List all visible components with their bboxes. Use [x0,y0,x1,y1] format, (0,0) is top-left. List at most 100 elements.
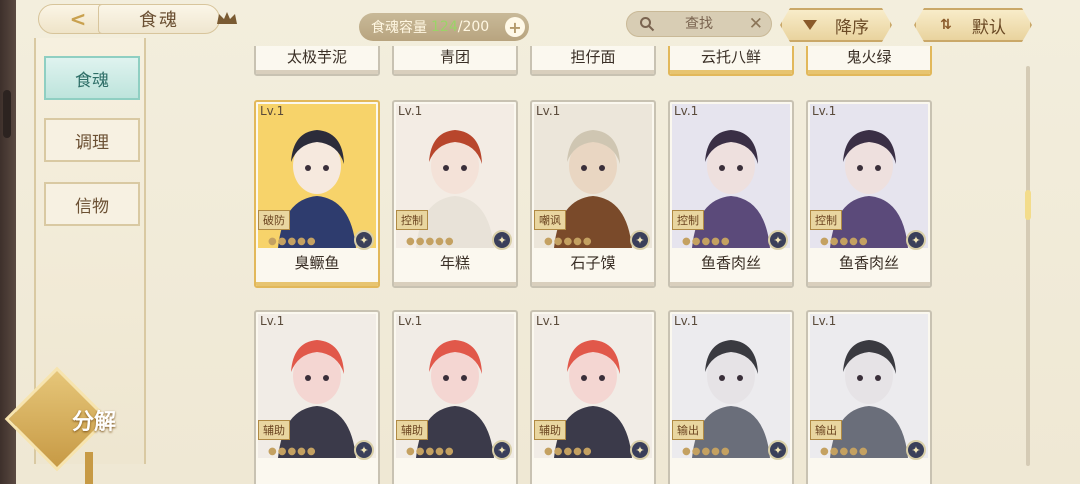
level-label: Lv.1 [260,314,285,328]
level-label: Lv.1 [812,314,837,328]
sort-mode-label: 默认 [971,17,1006,38]
food-soul-card[interactable]: Lv.1 输出 ●●●●● ✦ [806,310,932,484]
level-label: Lv.1 [674,314,699,328]
capacity-indicator: 食魂容量 124 /200 + [359,13,529,41]
card-bottom-bar [670,282,792,286]
role-badge: 辅助 [534,420,566,440]
add-capacity-button[interactable]: + [505,17,525,37]
role-badge: 控制 [810,210,842,230]
card-name: 担仔面 [570,48,616,66]
food-soul-card[interactable]: Lv.1 嘲讽 ●●●●● ✦ 石子馍 [530,100,656,288]
swap-arrows-icon: ⇅ [940,17,952,33]
sort-order-button[interactable]: 降序 [780,8,892,42]
food-soul-card[interactable]: Lv.1 辅助 ●●●●● ✦ [392,310,518,484]
card-bottom-bar [670,70,792,74]
notch [3,90,11,138]
tab-label: 调理 [75,132,109,153]
star-rating-icon: ●●●●● [406,446,455,457]
card-bottom-bar [808,70,930,74]
card-bottom-bar [532,282,654,286]
capacity-max: /200 [457,19,490,35]
sort-triangle-icon [803,20,817,30]
level-label: Lv.1 [260,104,285,118]
food-soul-card[interactable]: Lv.1 辅助 ●●●●● ✦ [254,310,380,484]
level-label: Lv.1 [398,104,423,118]
card-grid: 太极芋泥 青团 担仔面 云托八鲜 鬼火绿 Lv.1 破防 ●●●●● ✦ 臭鳜鱼 Lv.1 控制 ●●●… [160,46,1010,484]
tab-label: 信物 [75,196,109,217]
card-bottom-bar [394,282,516,286]
food-soul-card[interactable]: 云托八鲜 [668,46,794,76]
card-name: 臭鳜鱼 [294,254,340,272]
role-badge: 控制 [672,210,704,230]
capacity-label: 食魂容量 [371,20,427,36]
sort-label: 降序 [835,17,869,38]
crown-icon[interactable] [216,10,238,26]
search-box[interactable]: ✕ [626,11,772,37]
card-bottom-bar [256,70,378,74]
star-rating-icon: ●●●●● [268,446,317,457]
star-rating-icon: ●●●●● [406,236,455,247]
tab-label: 食魂 [75,70,109,91]
star-rating-icon: ●●●●● [682,236,731,247]
element-icon: ✦ [492,440,512,460]
element-icon: ✦ [630,230,650,250]
food-soul-card[interactable]: 担仔面 [530,46,656,76]
card-bottom-bar [532,70,654,74]
food-soul-card[interactable]: Lv.1 控制 ●●●●● ✦ 鱼香肉丝 [668,100,794,288]
food-soul-card[interactable]: 太极芋泥 [254,46,380,76]
food-soul-card[interactable]: Lv.1 控制 ●●●●● ✦ 鱼香肉丝 [806,100,932,288]
card-name: 石子馍 [570,254,616,272]
card-name: 太极芋泥 [286,48,347,66]
role-badge: 辅助 [258,420,290,440]
sort-mode-button[interactable]: ⇅ 默认 [914,8,1032,42]
element-icon: ✦ [768,440,788,460]
card-bottom-bar [394,70,516,74]
decompose-label: 分解 [71,410,116,435]
level-label: Lv.1 [536,314,561,328]
clear-icon[interactable]: ✕ [749,14,763,34]
role-badge: 输出 [810,420,842,440]
card-name: 鱼香肉丝 [838,254,899,272]
role-badge: 破防 [258,210,290,230]
level-label: Lv.1 [812,104,837,118]
tab-conditioning[interactable]: 调理 [44,118,140,162]
card-name: 年糕 [439,254,470,272]
card-name: 云托八鲜 [700,48,761,66]
level-label: Lv.1 [536,104,561,118]
search-icon [640,17,655,32]
tassel-decoration [85,452,93,484]
game-screen: < 食魂 食魂容量 124 /200 + ✕ 降序 ⇅ 默认 [0,0,1080,484]
element-icon: ✦ [354,230,374,250]
element-icon: ✦ [354,440,374,460]
star-rating-icon: ●●●●● [820,446,869,457]
food-soul-card[interactable]: 鬼火绿 [806,46,932,76]
tab-tokens[interactable]: 信物 [44,182,140,226]
star-rating-icon: ●●●●● [682,446,731,457]
star-rating-icon: ●●●●● [544,236,593,247]
scrollbar-thumb[interactable] [1025,190,1031,220]
back-arrow-icon: < [69,7,87,31]
role-badge: 输出 [672,420,704,440]
scrollbar-track[interactable] [1026,66,1030,466]
card-name: 鬼火绿 [846,48,892,66]
level-label: Lv.1 [674,104,699,118]
star-rating-icon: ●●●●● [268,236,317,247]
element-icon: ✦ [768,230,788,250]
food-soul-card[interactable]: Lv.1 控制 ●●●●● ✦ 年糕 [392,100,518,288]
element-icon: ✦ [630,440,650,460]
food-soul-card[interactable]: Lv.1 破防 ●●●●● ✦ 臭鳜鱼 [254,100,380,288]
food-soul-card[interactable]: Lv.1 输出 ●●●●● ✦ [668,310,794,484]
level-label: Lv.1 [398,314,423,328]
card-name: 鱼香肉丝 [700,254,761,272]
tab-food-souls[interactable]: 食魂 [44,56,140,100]
role-badge: 嘲讽 [534,210,566,230]
card-bottom-bar [808,282,930,286]
food-soul-card[interactable]: 青团 [392,46,518,76]
element-icon: ✦ [492,230,512,250]
food-soul-card[interactable]: Lv.1 辅助 ●●●●● ✦ [530,310,656,484]
role-badge: 控制 [396,210,428,230]
star-rating-icon: ●●●●● [820,236,869,247]
top-bar: < 食魂 食魂容量 124 /200 + ✕ 降序 ⇅ 默认 [16,0,1080,46]
capacity-current: 124 [431,19,458,35]
role-badge: 辅助 [396,420,428,440]
